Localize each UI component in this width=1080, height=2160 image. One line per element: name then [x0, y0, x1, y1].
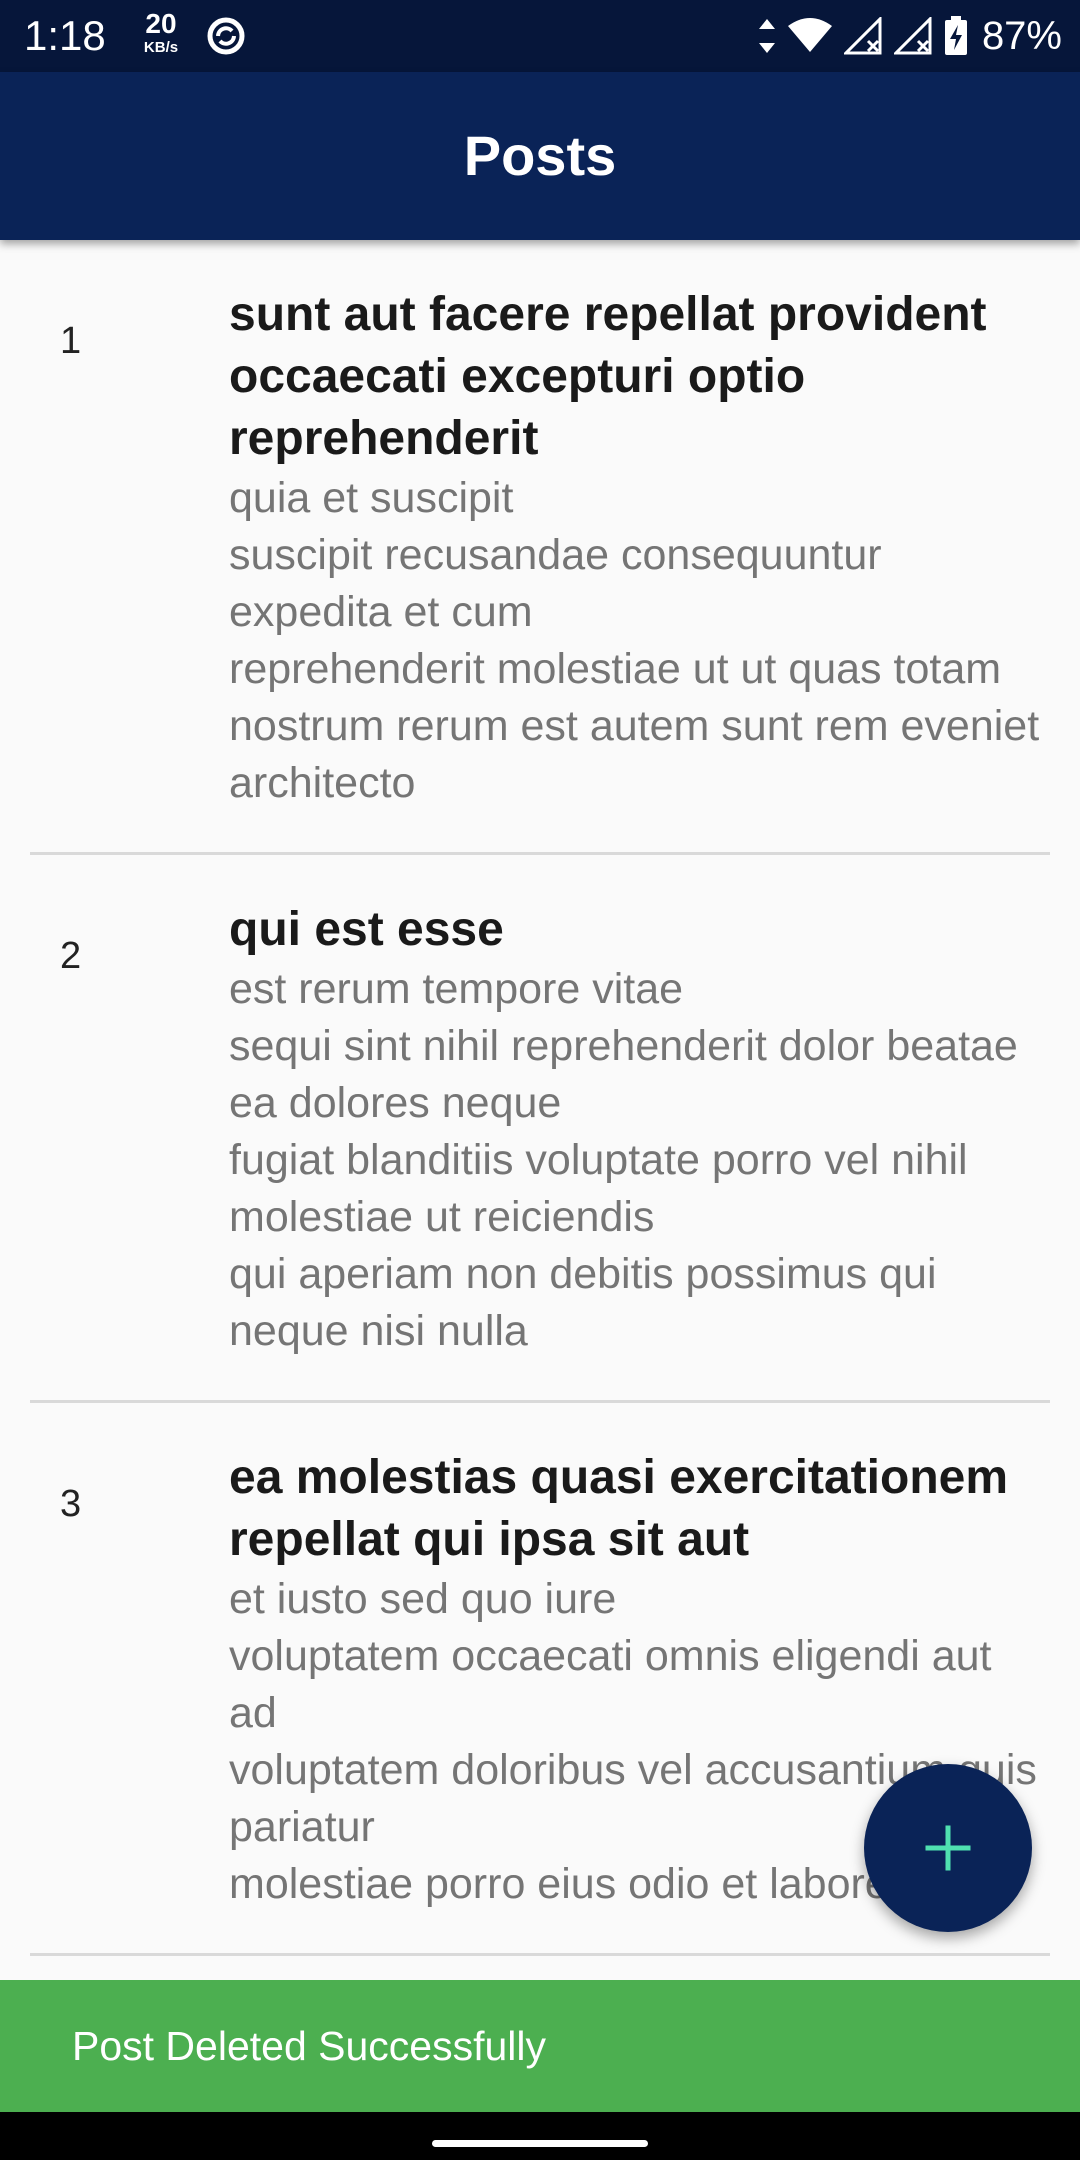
- network-speed: 20 KB/s: [138, 8, 184, 56]
- add-post-button[interactable]: [864, 1764, 1032, 1932]
- post-id: 1: [60, 320, 82, 362]
- post-body: quia et suscipit suscipit recusandae con…: [229, 474, 1040, 807]
- signal-no-service-icon: [893, 17, 932, 55]
- screen: 1:18 20 KB/s 87% Posts 1 sunt aut facere…: [0, 0, 1080, 2160]
- post-content: sunt aut facere repellat provident occae…: [229, 284, 1049, 812]
- post-content: qui est esse est rerum tempore vitae seq…: [229, 899, 1049, 1360]
- signal-no-service-icon: [843, 17, 882, 55]
- post-id: 3: [60, 1483, 82, 1525]
- status-bar: 1:18 20 KB/s 87%: [0, 0, 1080, 72]
- status-time: 1:18: [24, 12, 106, 59]
- battery-charging-icon: [944, 16, 967, 55]
- home-indicator[interactable]: [432, 2140, 648, 2147]
- post-title: ea molestias quasi exercitationem repell…: [229, 1451, 1009, 1566]
- sync-icon: [207, 17, 245, 55]
- snackbar-message: Post Deleted Successfully: [72, 2023, 547, 2069]
- list-item[interactable]: 2 qui est esse est rerum tempore vitae s…: [30, 855, 1050, 1403]
- battery-percent: 87%: [981, 14, 1062, 58]
- post-title: qui est esse: [229, 903, 504, 956]
- app-bar: Posts: [0, 72, 1080, 240]
- post-id: 2: [60, 935, 82, 977]
- network-speed-value: 20: [145, 8, 177, 39]
- list-item[interactable]: 1 sunt aut facere repellat provident occ…: [30, 240, 1050, 855]
- plus-icon: [925, 1825, 971, 1871]
- network-speed-unit: KB/s: [143, 39, 179, 56]
- navigation-bar: [0, 2112, 1080, 2160]
- post-list[interactable]: 1 sunt aut facere repellat provident occ…: [0, 240, 1080, 1980]
- wifi-icon: [787, 18, 832, 52]
- status-icons: 87%: [758, 10, 1062, 62]
- page-title: Posts: [463, 124, 617, 187]
- post-body: est rerum tempore vitae sequi sint nihil…: [229, 965, 1018, 1355]
- post-title: sunt aut facere repellat provident occae…: [229, 288, 987, 465]
- data-arrows-icon: [758, 19, 775, 53]
- snackbar: Post Deleted Successfully: [0, 1980, 1080, 2112]
